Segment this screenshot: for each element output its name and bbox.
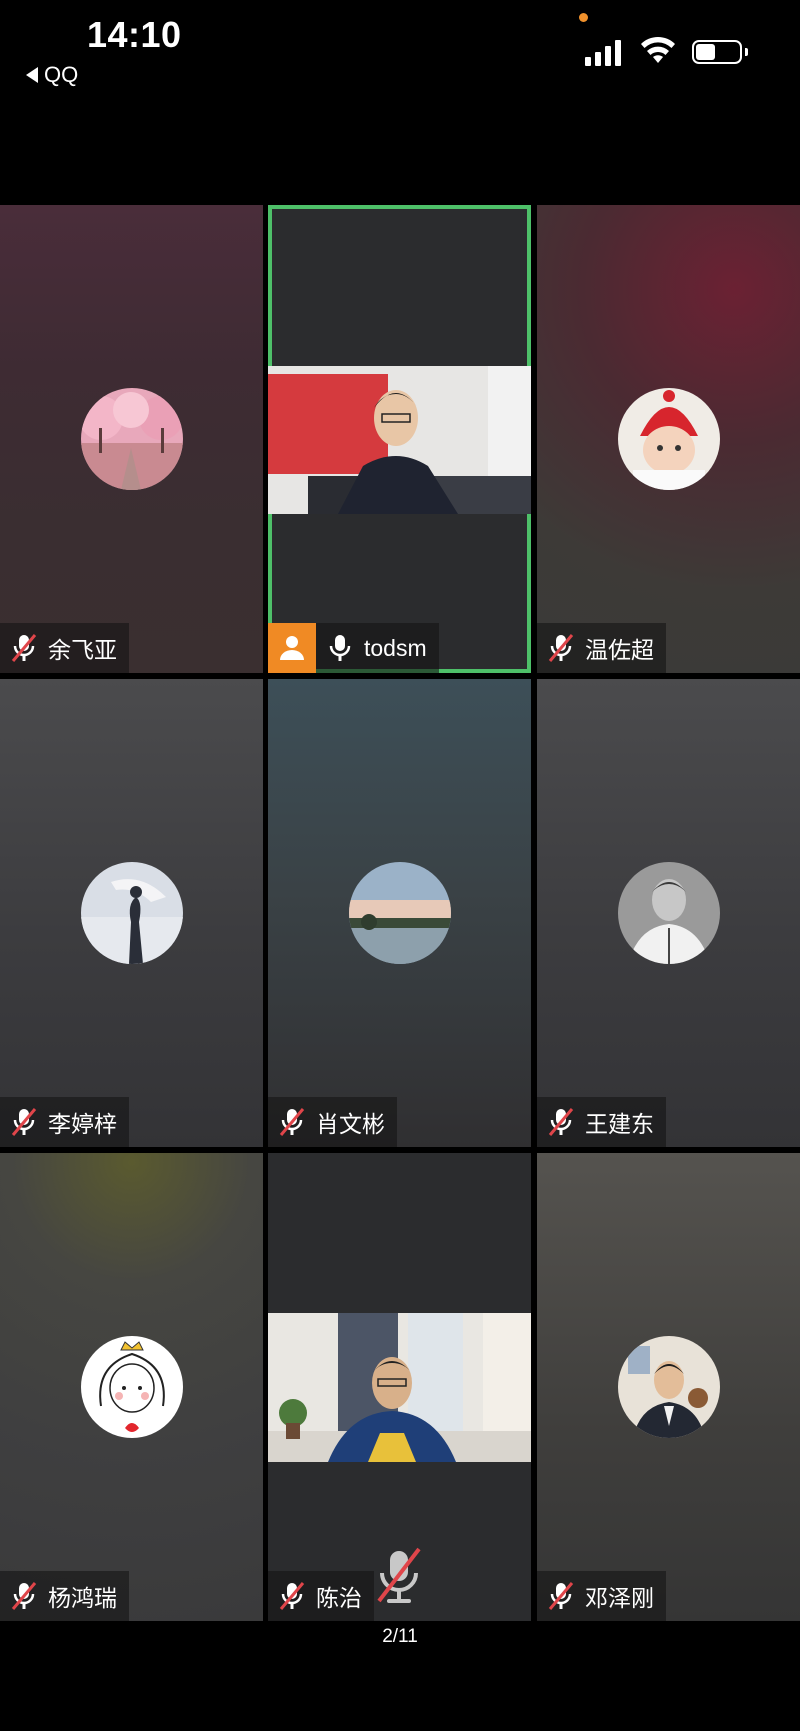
toggle-mic-button[interactable] [373,1545,425,1605]
muted-mic-icon [11,634,37,662]
mic-icon [329,635,351,661]
participant-video [268,1313,531,1462]
participant-tile[interactable]: 邓泽刚 [537,1153,800,1621]
video-grid: 余飞亚 todsm 温佐超 李婷梓 肖文彬 王建东 杨鸿瑞 陈治 邓泽刚 [0,205,800,1621]
participant-name-tag: 肖文彬 [268,1097,397,1147]
battery-icon [692,40,742,64]
status-bar: 14:10 QQ [0,0,800,100]
wifi-icon [641,36,675,63]
participant-tile[interactable]: 肖文彬 [268,679,531,1147]
muted-mic-icon [548,634,574,662]
beach-silhouette-avatar-icon [81,862,183,964]
page-indicator: 2/11 [382,1626,418,1647]
participant-name-tag: 王建东 [537,1097,666,1147]
muted-mic-icon [11,1582,37,1610]
back-to-app-link[interactable]: QQ [26,62,78,88]
participant-name: todsm [364,634,427,661]
man-portrait-avatar-icon [618,862,720,964]
muted-mic-icon [11,1108,37,1136]
participant-name: 杨鸿瑞 [48,1585,117,1611]
participant-name: 余飞亚 [48,637,117,663]
participant-name: 李婷梓 [48,1111,117,1137]
participant-tile[interactable]: 余飞亚 [0,205,263,673]
back-arrow-icon [26,67,38,83]
participant-name: 陈治 [316,1585,362,1611]
muted-mic-icon [279,1108,305,1136]
participant-tile[interactable]: 李婷梓 [0,679,263,1147]
participant-name-tag: 余飞亚 [0,623,129,673]
muted-mic-icon [548,1108,574,1136]
participant-name: 邓泽刚 [585,1585,654,1611]
participant-name: 温佐超 [585,637,654,663]
muted-mic-icon [548,1582,574,1610]
participant-name-tag: 温佐超 [537,623,666,673]
battery-nub [745,48,748,56]
cellular-signal-icon [585,38,621,66]
muted-mic-icon [279,1582,305,1610]
participant-name-tag: 杨鸿瑞 [0,1571,129,1621]
participant-name-tag: todsm [268,623,439,673]
participant-tile[interactable]: 杨鸿瑞 [0,1153,263,1621]
participant-name: 王建东 [585,1111,654,1137]
man-suit-avatar-icon [618,1336,720,1438]
participant-name-tag: 李婷梓 [0,1097,129,1147]
participant-video [268,366,531,514]
participant-tile-active-speaker[interactable]: todsm [268,205,531,673]
participant-tile[interactable]: 温佐超 [537,205,800,673]
back-app-label: QQ [44,62,79,87]
participant-name-tag: 陈治 [268,1571,374,1621]
sunset-lake-avatar-icon [349,862,451,964]
privacy-indicator-dot [579,13,588,22]
cherry-blossom-avatar-icon [81,388,183,490]
cartoon-girl-avatar-icon [81,1336,183,1438]
participant-name-tag: 邓泽刚 [537,1571,666,1621]
participant-tile[interactable]: 王建东 [537,679,800,1147]
host-person-icon [268,623,316,673]
baby-avatar-icon [618,388,720,490]
status-time: 14:10 [87,14,182,55]
participant-name: 肖文彬 [316,1111,385,1137]
